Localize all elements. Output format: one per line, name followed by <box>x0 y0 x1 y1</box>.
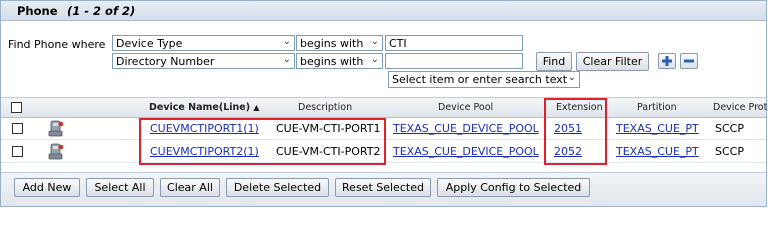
device-pool-link[interactable]: TEXAS_CUE_DEVICE_POOL <box>393 122 539 135</box>
filter-field-select-2[interactable]: Directory Number ⌄ <box>112 53 295 69</box>
reset-selected-button[interactable]: Reset Selected <box>335 178 431 197</box>
filter-operator-select-2[interactable]: begins with ⌄ <box>296 53 383 69</box>
chevron-down-icon: ⌄ <box>370 36 379 47</box>
add-filter-button[interactable] <box>658 53 676 69</box>
column-device-protocol[interactable]: Device Proto <box>713 102 768 113</box>
minus-icon <box>684 59 694 63</box>
remove-filter-button[interactable] <box>680 53 698 69</box>
search-text-select[interactable]: Select item or enter search text ⌄ <box>388 71 580 88</box>
find-label: Find Phone where <box>8 38 106 51</box>
record-count: (1 - 2 of 2) <box>67 4 136 18</box>
sort-ascending-icon: ▲ <box>253 103 260 112</box>
chevron-down-icon: ⌄ <box>370 54 379 65</box>
extension-highlight <box>544 98 607 165</box>
filter-field-value: Directory Number <box>116 55 215 68</box>
cti-port-icon <box>48 120 64 137</box>
plus-icon <box>662 56 672 66</box>
filter-operator-value: begins with <box>300 37 364 50</box>
partition-link[interactable]: TEXAS_CUE_PT <box>616 122 699 135</box>
device-description-highlight <box>139 118 386 165</box>
filter-field-select-1[interactable]: Device Type ⌄ <box>112 35 295 51</box>
search-input-2[interactable] <box>385 53 523 69</box>
partition-link[interactable]: TEXAS_CUE_PT <box>616 145 699 158</box>
filter-operator-value: begins with <box>300 55 364 68</box>
search-input-1[interactable]: CTI <box>385 35 523 51</box>
device-pool-link[interactable]: TEXAS_CUE_DEVICE_POOL <box>393 145 539 158</box>
row-checkbox[interactable] <box>12 123 23 134</box>
row-checkbox[interactable] <box>12 146 23 157</box>
search-text-placeholder: Select item or enter search text <box>392 73 568 86</box>
chevron-down-icon: ⌄ <box>282 36 291 47</box>
panel-title: Phone <box>17 4 58 18</box>
column-device-name[interactable]: Device Name(Line) ▲ <box>149 102 260 113</box>
filter-operator-select-1[interactable]: begins with ⌄ <box>296 35 383 51</box>
select-all-checkbox[interactable] <box>11 102 22 113</box>
apply-config-button[interactable]: Apply Config to Selected <box>437 178 590 197</box>
clear-filter-button[interactable]: Clear Filter <box>576 52 649 71</box>
protocol-cell: SCCP <box>715 122 744 135</box>
column-device-name-label: Device Name(Line) <box>149 102 251 113</box>
filter-field-value: Device Type <box>116 37 183 50</box>
clear-all-button[interactable]: Clear All <box>160 178 220 197</box>
column-description[interactable]: Description <box>298 102 352 113</box>
delete-selected-button[interactable]: Delete Selected <box>226 178 329 197</box>
select-all-button[interactable]: Select All <box>86 178 154 197</box>
chevron-down-icon: ⌄ <box>282 54 291 65</box>
column-partition[interactable]: Partition <box>637 102 677 113</box>
table-header: Device Name(Line) ▲ Description Device P… <box>1 97 768 118</box>
find-button[interactable]: Find <box>536 52 572 71</box>
protocol-cell: SCCP <box>715 145 744 158</box>
column-device-pool[interactable]: Device Pool <box>438 102 493 113</box>
panel-titlebar: Phone (1 - 2 of 2) <box>1 1 766 21</box>
chevron-down-icon: ⌄ <box>567 72 576 83</box>
add-new-button[interactable]: Add New <box>14 178 80 197</box>
cti-port-icon <box>48 143 64 160</box>
